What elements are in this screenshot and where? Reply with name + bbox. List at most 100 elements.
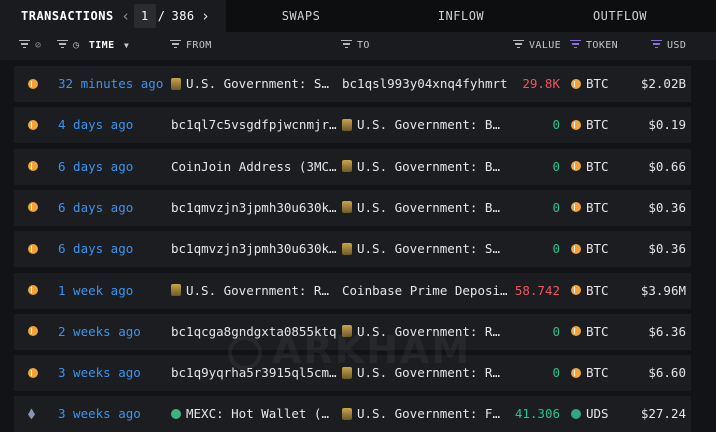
tab-outflow[interactable]: OUTFLOW [545,0,695,32]
total-pages: 386 [171,9,195,23]
time-header[interactable]: ◷ TIME ▼ [57,32,129,60]
time-link[interactable]: 32 minutes ago [58,66,170,102]
to-address-text: U.S. Government: B… [357,199,500,215]
tab-inflow[interactable]: INFLOW [386,0,536,32]
usd-amount: $0.66 [648,158,686,174]
to-address-text: U.S. Government: F… [357,406,500,422]
to-address[interactable]: U.S. Government: F… [342,396,508,432]
to-address-text: U.S. Government: R… [357,365,500,381]
from-address-text: bc1qmvzjn3jpmh30u630k… [171,241,337,257]
to-address[interactable]: U.S. Government: B… [342,107,508,143]
chain-cell [28,66,48,102]
us-government-seal-icon [342,160,352,173]
to-header[interactable]: TO [341,32,370,60]
value-amount: 0 [552,365,560,381]
us-government-seal-icon [342,201,352,214]
chevron-left-icon[interactable]: ‹ [120,0,132,32]
value-amount: 0 [552,241,560,257]
from-address-text: MEXC: Hot Wallet (… [186,406,329,422]
filter-icon[interactable] [170,39,181,49]
to-address[interactable]: U.S. Government: B… [342,190,508,226]
to-address[interactable]: Coinbase Prime Deposi… [342,273,508,309]
chain-filter-header[interactable]: ⊘ [19,32,41,60]
token-symbol: BTC [586,365,609,381]
to-address-text: U.S. Government: S… [357,241,500,257]
time-link[interactable]: 6 days ago [58,190,170,226]
from-address[interactable]: MEXC: Hot Wallet (… [171,396,337,432]
to-address[interactable]: U.S. Government: R… [342,355,508,391]
filter-icon[interactable] [19,39,30,49]
from-address[interactable]: bc1q9yqrha5r3915ql5cm… [171,355,337,391]
filter-icon[interactable] [570,39,581,49]
table-row[interactable]: 3 weeks ago bc1q9yqrha5r3915ql5cm… U.S. Go… [14,355,691,392]
time-link[interactable]: 1 week ago [58,273,170,309]
from-header[interactable]: FROM [170,32,212,60]
uds-token-icon [571,408,581,419]
value-amount: 0 [552,117,560,133]
from-address[interactable]: bc1qmvzjn3jpmh30u630k… [171,190,337,226]
filter-icon[interactable] [341,39,352,49]
us-government-seal-icon [342,118,352,131]
usd-header[interactable]: USD [651,32,686,60]
current-page[interactable]: 1 [134,4,156,28]
to-address-text: U.S. Government: R… [357,323,500,339]
time-link[interactable]: 2 weeks ago [58,314,170,350]
value-header[interactable]: VALUE [513,32,561,60]
bitcoin-icon [571,367,581,378]
from-address[interactable]: U.S. Government: S… [171,66,337,102]
token-header[interactable]: TOKEN [570,32,618,60]
usd-amount: $0.36 [648,241,686,257]
filter-icon[interactable] [651,39,662,49]
from-address[interactable]: bc1qcga8gndgxta0855ktqc [171,314,337,350]
token-symbol: BTC [586,76,609,91]
sort-caret-icon[interactable]: ▼ [124,41,129,50]
bitcoin-icon [28,367,38,378]
page-separator: / [157,9,166,23]
table-header: ⊘ ◷ TIME ▼ FROM TO VALUE TOKEN USD [0,32,716,60]
table-row[interactable]: 6 days ago CoinJoin Address (3MC… U.S. Gov… [14,148,691,185]
to-address[interactable]: U.S. Government: S… [342,231,508,267]
table-row[interactable]: 6 days ago bc1qmvzjn3jpmh30u630k… U.S. Gov… [14,231,691,268]
from-address[interactable]: bc1ql7c5vsgdfpjwcnmjr… [171,107,337,143]
clock-icon: ◷ [73,40,80,51]
filter-icon[interactable] [57,39,68,49]
time-link[interactable]: 6 days ago [58,149,170,185]
tab-swaps[interactable]: SWAPS [226,0,376,32]
usd-amount: $2.02B [640,76,686,91]
bitcoin-icon [28,285,38,295]
value-amount: 0 [552,323,560,339]
from-address-text: U.S. Government: S… [186,76,329,91]
chain-cell [28,190,48,226]
tab-transactions[interactable]: TRANSACTIONS ‹ 1 / 386 › [0,0,226,32]
table-row[interactable]: 1 week ago U.S. Government: R… Coinbase Pr… [14,272,691,309]
time-link[interactable]: 6 days ago [58,231,170,267]
from-address[interactable]: U.S. Government: R… [171,273,337,309]
from-address[interactable]: bc1qmvzjn3jpmh30u630k… [171,231,337,267]
from-address[interactable]: CoinJoin Address (3MC… [171,149,337,185]
usd-amount: $6.36 [648,323,686,339]
chevron-right-icon[interactable]: › [200,0,212,32]
table-row[interactable]: 2 weeks ago bc1qcga8gndgxta0855ktqc U.S. G… [14,313,691,350]
chain-cell [28,396,48,432]
value-header-label: VALUE [529,40,562,51]
to-address[interactable]: U.S. Government: B… [342,149,508,185]
table-row[interactable]: 3 weeks ago MEXC: Hot Wallet (… U.S. Gover… [14,396,691,432]
token-symbol: BTC [586,199,609,215]
time-link[interactable]: 3 weeks ago [58,355,170,391]
bitcoin-icon [571,119,581,130]
usd-amount: $0.36 [648,199,686,215]
table-row[interactable]: 4 days ago bc1ql7c5vsgdfpjwcnmjr… U.S. Gov… [14,107,691,144]
time-link[interactable]: 4 days ago [58,107,170,143]
table-row[interactable]: 6 days ago bc1qmvzjn3jpmh30u630k… U.S. Gov… [14,189,691,226]
us-government-seal-icon [342,407,352,420]
time-link[interactable]: 3 weeks ago [58,396,170,432]
to-address[interactable]: bc1qsl993y04xnq4fyhmrt6 [342,66,508,102]
token-symbol: BTC [586,241,609,257]
to-header-label: TO [357,40,370,51]
chain-cell [28,231,48,267]
to-address-text: U.S. Government: B… [357,158,500,174]
table-row[interactable]: 32 minutes ago U.S. Government: S… bc1qsl9… [14,66,691,102]
usd-amount: $0.19 [648,117,686,133]
to-address[interactable]: U.S. Government: R… [342,314,508,350]
filter-icon[interactable] [513,39,524,49]
